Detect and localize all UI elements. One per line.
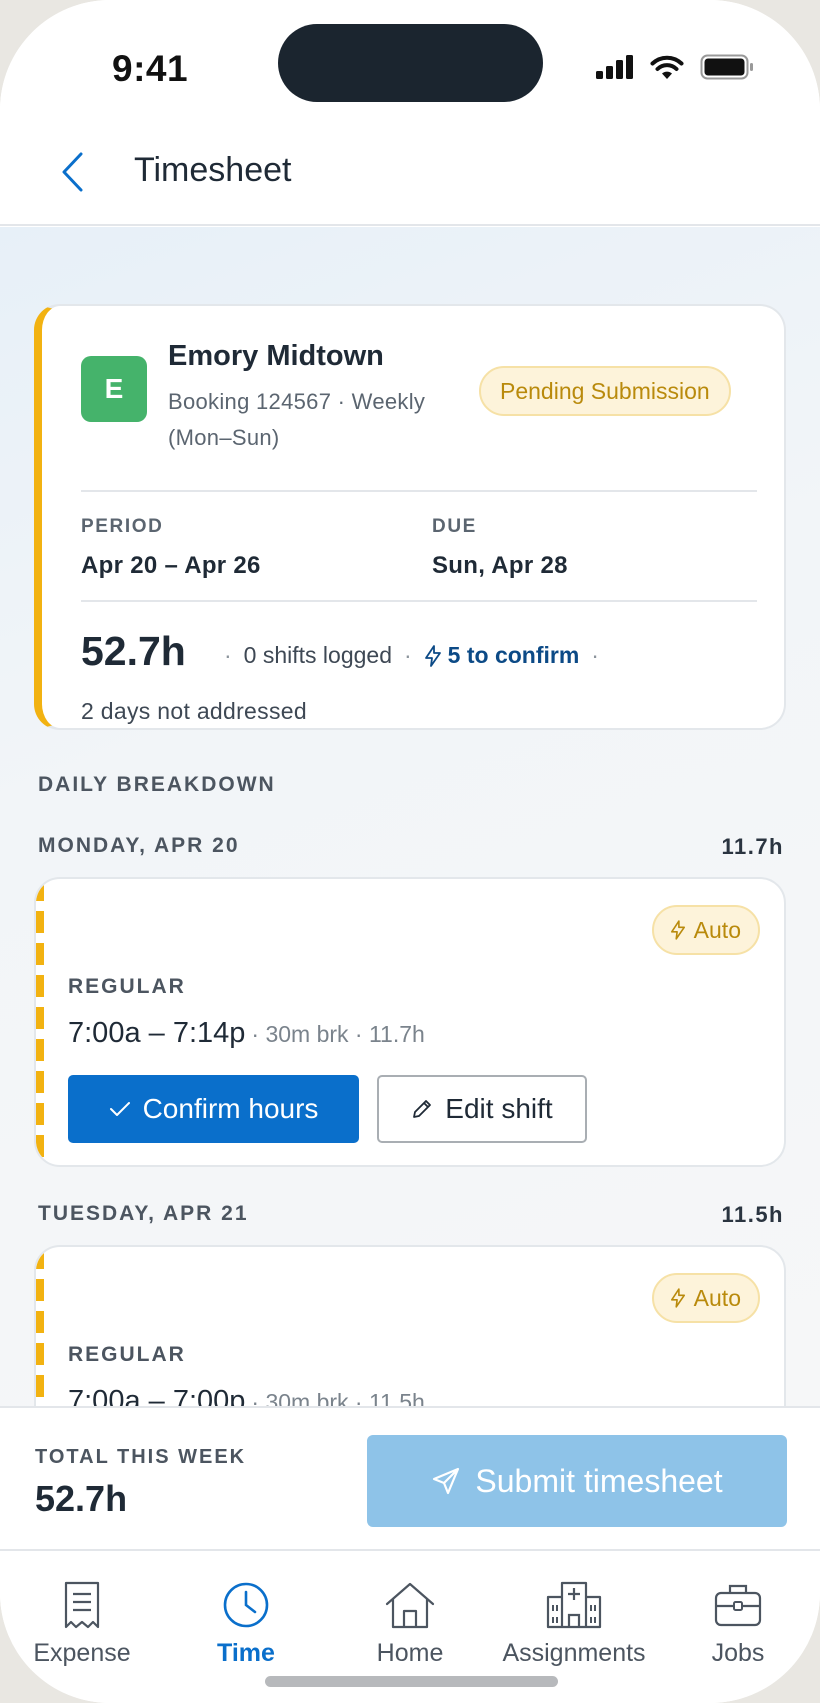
to-confirm-link[interactable]: 5 to confirm bbox=[424, 642, 580, 669]
shifts-logged: 0 shifts logged bbox=[243, 642, 392, 668]
day-total: 11.7h bbox=[721, 834, 784, 859]
home-icon bbox=[385, 1582, 435, 1629]
auto-label: Auto bbox=[693, 1284, 741, 1311]
shift-type: REGULAR bbox=[68, 975, 186, 998]
submit-footer: TOTAL THIS WEEK 52.7h Submit timesheet bbox=[0, 1406, 820, 1551]
tab-label: Home bbox=[376, 1639, 444, 1667]
lightning-icon bbox=[670, 920, 685, 940]
status-badge: Pending Submission bbox=[479, 366, 731, 416]
lightning-icon bbox=[424, 644, 441, 667]
shift-type: REGULAR bbox=[68, 1343, 186, 1366]
separator-dot: · bbox=[404, 642, 412, 668]
tab-expense[interactable]: Expense bbox=[0, 1551, 164, 1703]
send-icon bbox=[433, 1467, 460, 1495]
battery-icon bbox=[700, 54, 753, 80]
home-indicator bbox=[265, 1676, 558, 1687]
day-label: MONDAY, APR 20 bbox=[38, 834, 240, 857]
stats-line: · 0 shifts logged · 5 to confirm · bbox=[212, 642, 611, 669]
tab-jobs[interactable]: Jobs bbox=[656, 1551, 820, 1703]
timesheet-summary-card: E Emory Midtown Booking 124567 · Weekly … bbox=[34, 304, 786, 730]
status-icons bbox=[596, 54, 754, 80]
due-value: Sun, Apr 28 bbox=[432, 552, 568, 579]
day-total: 11.5h bbox=[721, 1202, 784, 1227]
shift-meta: · 30m brk · 11.7h bbox=[251, 1021, 425, 1047]
tab-label: Jobs bbox=[711, 1639, 765, 1667]
timesheet-content[interactable]: E Emory Midtown Booking 124567 · Weekly … bbox=[0, 227, 820, 1407]
pending-edge bbox=[36, 879, 44, 1165]
total-hours: 52.7h bbox=[81, 628, 186, 674]
period-label: PERIOD bbox=[81, 516, 164, 537]
day-label: TUESDAY, APR 21 bbox=[38, 1202, 249, 1225]
wifi-icon bbox=[650, 55, 684, 79]
separator-dot: · bbox=[591, 642, 599, 668]
day-header: TUESDAY, APR 21 11.5h bbox=[38, 1202, 784, 1228]
auto-label: Auto bbox=[693, 916, 741, 943]
shift-meta: · 30m brk · 11.5h bbox=[251, 1389, 425, 1407]
facility-name: Emory Midtown bbox=[168, 340, 384, 372]
confirm-hours-button[interactable]: Confirm hours bbox=[68, 1075, 359, 1143]
divider bbox=[81, 490, 757, 492]
dynamic-island bbox=[278, 24, 543, 102]
lightning-icon bbox=[670, 1288, 685, 1308]
page-title: Timesheet bbox=[134, 151, 292, 189]
auto-badge: Auto bbox=[651, 905, 760, 955]
confirm-hours-label: Confirm hours bbox=[142, 1093, 319, 1124]
submit-timesheet-label: Submit timesheet bbox=[475, 1462, 723, 1499]
days-not-addressed: 2 days not addressed bbox=[81, 698, 307, 724]
divider bbox=[81, 600, 757, 602]
back-button[interactable] bbox=[50, 142, 94, 202]
chevron-left-icon bbox=[62, 152, 83, 192]
shift-card: Auto REGULAR 7:00a – 7:00p · 30m brk · 1… bbox=[34, 1245, 786, 1407]
total-this-week-value: 52.7h bbox=[35, 1478, 128, 1519]
pencil-icon bbox=[413, 1100, 432, 1118]
edit-shift-button[interactable]: Edit shift bbox=[377, 1075, 587, 1143]
shift-range: 7:00a – 7:00p bbox=[68, 1385, 246, 1407]
daily-breakdown-title: DAILY BREAKDOWN bbox=[38, 773, 276, 796]
tab-label: Time bbox=[217, 1639, 275, 1667]
receipt-icon bbox=[64, 1581, 100, 1629]
total-this-week-label: TOTAL THIS WEEK bbox=[35, 1446, 247, 1468]
shift-card: Auto REGULAR 7:00a – 7:14p · 30m brk · 1… bbox=[34, 877, 786, 1167]
facility-avatar: E bbox=[81, 356, 147, 422]
hospital-icon bbox=[546, 1581, 602, 1629]
submit-timesheet-button[interactable]: Submit timesheet bbox=[367, 1435, 787, 1527]
status-time: 9:41 bbox=[112, 48, 189, 89]
period-value: Apr 20 – Apr 26 bbox=[81, 552, 261, 579]
tab-label: Assignments bbox=[502, 1639, 646, 1667]
separator-dot: · bbox=[224, 642, 232, 668]
signal-icon bbox=[596, 55, 633, 79]
day-header: MONDAY, APR 20 11.7h bbox=[38, 834, 784, 860]
edit-shift-label: Edit shift bbox=[445, 1093, 553, 1124]
check-icon bbox=[109, 1102, 130, 1116]
to-confirm-label: 5 to confirm bbox=[447, 642, 580, 668]
status-bar: 9:41 bbox=[0, 0, 820, 120]
nav-header: Timesheet bbox=[0, 120, 820, 226]
booking-info: Booking 124567 · Weekly (Mon–Sun) bbox=[168, 389, 426, 450]
pending-edge bbox=[36, 1247, 44, 1407]
auto-badge: Auto bbox=[651, 1273, 760, 1323]
shift-time: 7:00a – 7:00p · 30m brk · 11.5h bbox=[68, 1385, 425, 1407]
briefcase-icon bbox=[714, 1584, 762, 1627]
clock-icon bbox=[223, 1582, 269, 1628]
phone-screen: 9:41 Timesheet E Emory Midtown Booking 1… bbox=[0, 0, 820, 1703]
due-label: DUE bbox=[432, 516, 477, 537]
tab-label: Expense bbox=[33, 1639, 131, 1667]
shift-range: 7:00a – 7:14p bbox=[68, 1017, 246, 1049]
shift-time: 7:00a – 7:14p · 30m brk · 11.7h bbox=[68, 1017, 425, 1050]
